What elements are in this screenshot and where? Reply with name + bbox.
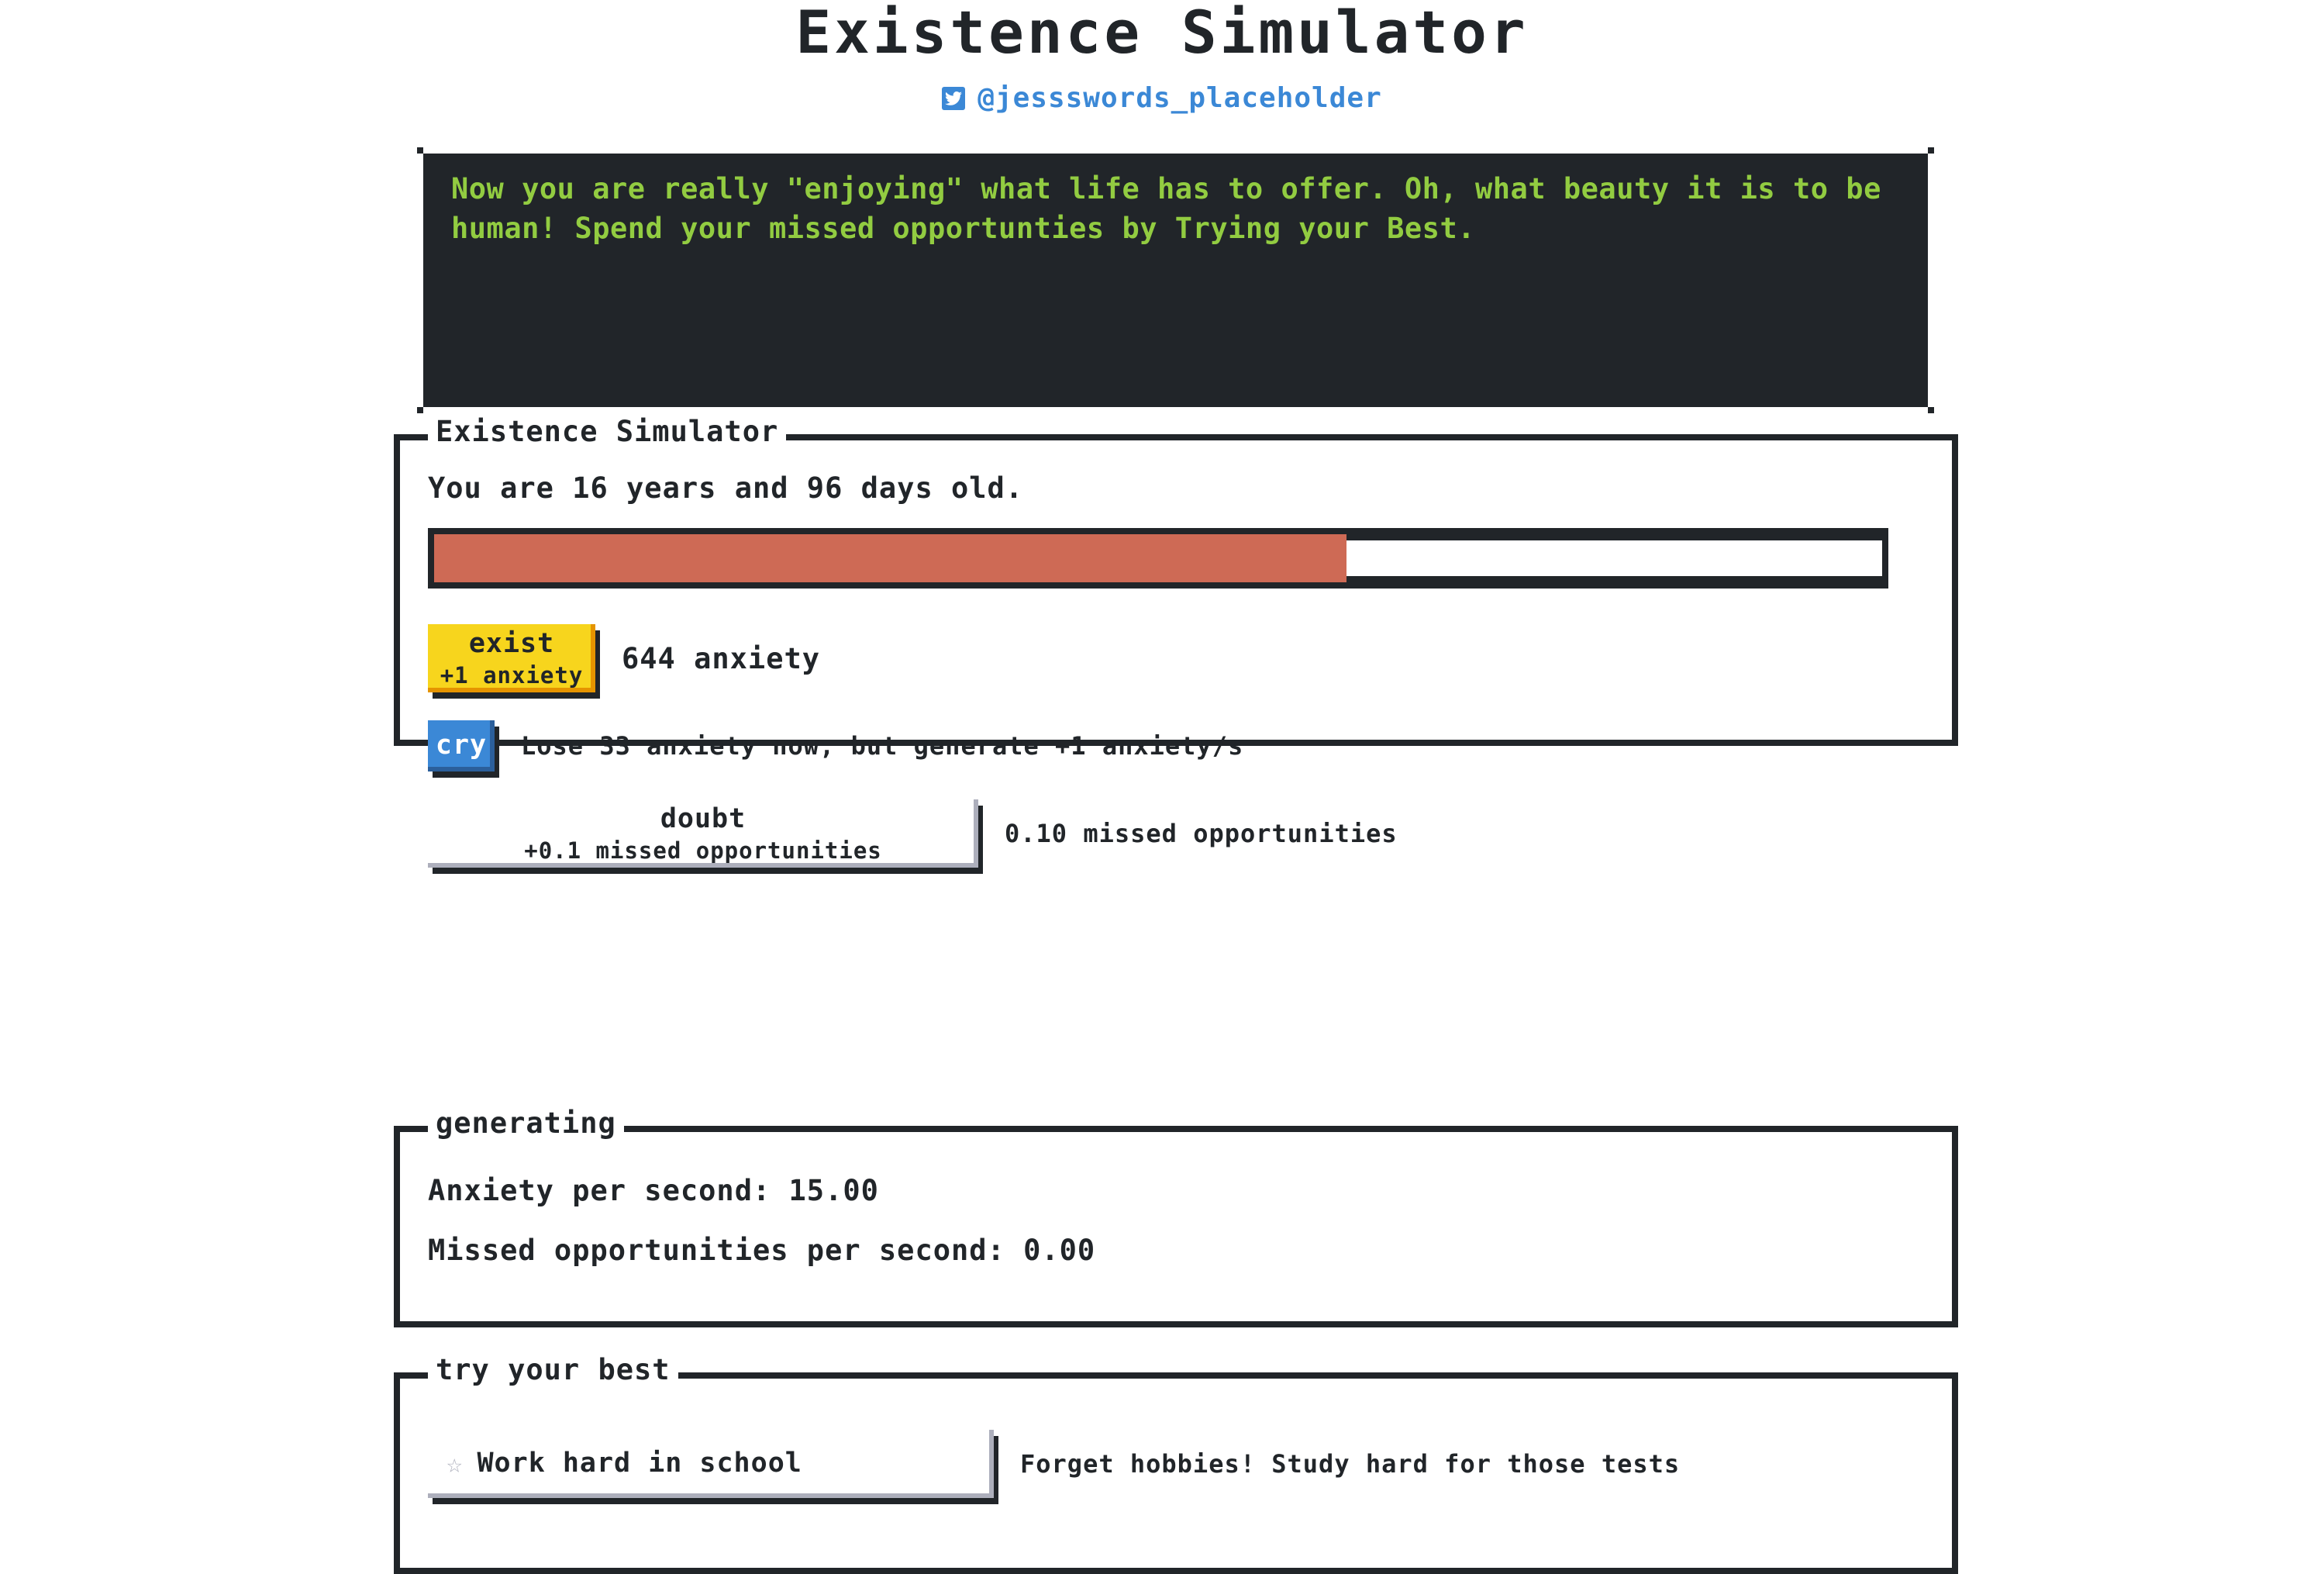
exist-button-label: exist: [468, 628, 555, 659]
work-hard-description-text: Forget hobbies! Study hard for those tes…: [1020, 1449, 1681, 1479]
age-progress-bar: [428, 528, 1888, 589]
anxiety-per-second-text: Anxiety per second: 15.00: [428, 1174, 879, 1207]
doubt-button-wrapper: doubt +0.1 missed opportunities: [428, 799, 983, 874]
cry-button-label: cry: [435, 730, 488, 761]
action-row-doubt: doubt +0.1 missed opportunities 0.10 mis…: [428, 799, 1924, 874]
try-your-best-panel-legend: try your best: [428, 1353, 678, 1388]
existence-simulator-panel: Existence Simulator You are 16 years and…: [394, 415, 1958, 874]
message-dialog-frame: Now you are really "enjoying" what life …: [417, 147, 1934, 413]
anxiety-counter-text: 644 anxiety: [622, 641, 821, 675]
generating-panel: generating Anxiety per second: 15.00 Mis…: [394, 1106, 1958, 1327]
exist-button-wrapper: exist +1 anxiety: [428, 624, 600, 699]
existence-simulator-panel-legend: Existence Simulator: [428, 415, 787, 450]
exist-button-sublabel: +1 anxiety: [440, 661, 584, 689]
generating-panel-legend: generating: [428, 1106, 624, 1141]
doubt-button-sublabel: +0.1 missed opportunities: [524, 837, 882, 864]
cry-button[interactable]: cry: [428, 720, 495, 771]
try-your-best-panel: try your best ☆ Work hard in school Forg…: [394, 1353, 1958, 1574]
page-title: Existence Simulator: [795, 0, 1529, 67]
upgrade-row-work-hard-in-school: ☆ Work hard in school Forget hobbies! St…: [428, 1430, 1924, 1504]
message-text: Now you are really "enjoying" what life …: [451, 172, 1899, 246]
message-dialog: Now you are really "enjoying" what life …: [417, 147, 1934, 413]
message-dialog-inner: Now you are really "enjoying" what life …: [423, 154, 1928, 407]
cry-button-wrapper: cry: [428, 720, 499, 778]
missed-opportunities-per-second-text: Missed opportunities per second: 0.00: [428, 1234, 1096, 1267]
star-outline-icon: ☆: [447, 1448, 464, 1479]
missed-opportunities-counter-text: 0.10 missed opportunities: [1005, 819, 1398, 848]
work-hard-button-wrapper: ☆ Work hard in school: [428, 1430, 998, 1504]
doubt-button-label: doubt: [660, 803, 747, 834]
action-row-cry: cry Lose 33 anxiety now, but generate +1…: [428, 720, 1924, 778]
work-hard-in-school-button[interactable]: ☆ Work hard in school: [428, 1430, 994, 1498]
twitter-handle-row[interactable]: @jessswords_placeholder: [0, 82, 2324, 114]
action-row-exist: exist +1 anxiety 644 anxiety: [428, 624, 1924, 699]
age-status-text: You are 16 years and 96 days old.: [428, 471, 1024, 505]
twitter-handle-text[interactable]: @jessswords_placeholder: [978, 82, 1382, 114]
exist-button[interactable]: exist +1 anxiety: [428, 624, 595, 692]
twitter-bird-icon: [942, 86, 966, 110]
work-hard-button-label: Work hard in school: [477, 1448, 802, 1479]
age-progress-fill: [434, 534, 1346, 582]
doubt-button[interactable]: doubt +0.1 missed opportunities: [428, 799, 978, 868]
cry-description-text: Lose 33 anxiety now, but generate +1 anx…: [521, 731, 1244, 761]
